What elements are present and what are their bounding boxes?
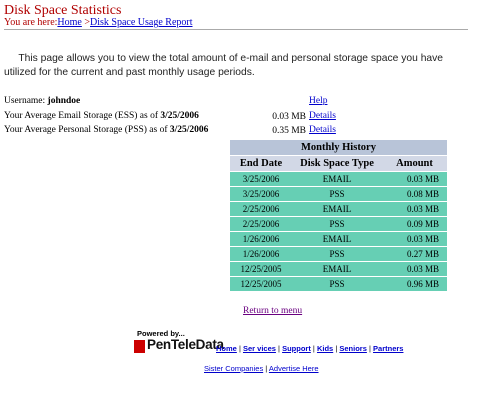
- footer-link-partners[interactable]: Partners: [373, 344, 403, 353]
- cell-type: EMAIL: [292, 231, 382, 246]
- breadcrumb-separator: >: [81, 17, 91, 28]
- return-to-menu-link[interactable]: Return to menu: [243, 306, 302, 316]
- cell-amount: 0.03 MB: [382, 171, 447, 186]
- ess-label-row: Your Average Email Storage (ESS) as of 3…: [4, 111, 199, 121]
- username-value: johndoe: [47, 96, 81, 106]
- footer-link-sister-companies[interactable]: Sister Companies: [204, 364, 263, 373]
- footer-link-advertise-here[interactable]: Advertise Here: [269, 364, 319, 373]
- footer-link-services[interactable]: Ser vices: [243, 344, 276, 353]
- table-row: 12/25/2005 EMAIL 0.03 MB: [230, 261, 447, 276]
- column-header-amount: Amount: [382, 155, 447, 171]
- breadcrumb: You are here:Home >Disk Space Usage Repo…: [4, 17, 193, 28]
- pss-label-row: Your Average Personal Storage (PSS) as o…: [4, 125, 208, 135]
- monthly-history-table: Monthly History End Date Disk Space Type…: [230, 140, 447, 291]
- cell-end-date: 2/25/2006: [230, 201, 292, 216]
- column-header-disk-space-type: Disk Space Type: [292, 155, 382, 171]
- pentele-logo-icon: [134, 340, 145, 353]
- history-title: Monthly History: [230, 140, 447, 155]
- breadcrumb-home-link[interactable]: Home: [57, 17, 81, 28]
- pss-details-link[interactable]: Details: [309, 125, 336, 135]
- footer-secondary-links: Sister Companies | Advertise Here: [204, 364, 319, 373]
- table-row: 12/25/2005 PSS 0.96 MB: [230, 276, 447, 291]
- footer-nav: Home | Ser vices | Support | Kids | Seni…: [216, 344, 403, 353]
- footer-separator: |: [312, 344, 315, 353]
- ess-details-link[interactable]: Details: [309, 111, 336, 121]
- cell-type: EMAIL: [292, 171, 382, 186]
- pss-date: 3/25/2006: [169, 125, 209, 135]
- cell-type: PSS: [292, 246, 382, 261]
- cell-type: PSS: [292, 276, 382, 291]
- footer-separator: |: [335, 344, 338, 353]
- cell-amount: 0.08 MB: [382, 186, 447, 201]
- cell-type: EMAIL: [292, 261, 382, 276]
- cell-type: PSS: [292, 216, 382, 231]
- cell-amount: 0.03 MB: [382, 201, 447, 216]
- cell-end-date: 3/25/2006: [230, 171, 292, 186]
- footer-link-seniors[interactable]: Seniors: [339, 344, 367, 353]
- cell-amount: 0.96 MB: [382, 276, 447, 291]
- cell-end-date: 12/25/2005: [230, 261, 292, 276]
- username-row: Username: johndoe: [4, 96, 80, 106]
- username-label: Username:: [4, 96, 46, 106]
- footer-separator: |: [238, 344, 241, 353]
- cell-amount: 0.03 MB: [382, 231, 447, 246]
- pss-value: 0.35 MB: [272, 126, 306, 136]
- cell-type: EMAIL: [292, 201, 382, 216]
- intro-text-content: This page allows you to view the total a…: [4, 53, 444, 78]
- help-link[interactable]: Help: [309, 96, 327, 106]
- table-row: 2/25/2006 EMAIL 0.03 MB: [230, 201, 447, 216]
- footer-separator: |: [265, 364, 268, 373]
- ess-value: 0.03 MB: [272, 112, 306, 122]
- cell-amount: 0.03 MB: [382, 261, 447, 276]
- table-row: 3/25/2006 PSS 0.08 MB: [230, 186, 447, 201]
- cell-end-date: 12/25/2005: [230, 276, 292, 291]
- footer-separator: |: [278, 344, 280, 353]
- breadcrumb-current-link[interactable]: Disk Space Usage Report: [90, 17, 192, 28]
- table-row: 2/25/2006 PSS 0.09 MB: [230, 216, 447, 231]
- header-divider: [4, 29, 468, 30]
- cell-type: PSS: [292, 186, 382, 201]
- breadcrumb-prefix: You are here:: [4, 17, 58, 28]
- intro-text: This page allows you to view the total a…: [4, 52, 474, 80]
- pentele-logo-text: PenTeleData: [147, 337, 224, 352]
- table-row: 3/25/2006 EMAIL 0.03 MB: [230, 171, 447, 186]
- cell-end-date: 3/25/2006: [230, 186, 292, 201]
- ess-label: Your Average Email Storage (ESS) as of: [4, 111, 158, 121]
- footer-link-home[interactable]: Home: [216, 344, 237, 353]
- cell-end-date: 2/25/2006: [230, 216, 292, 231]
- pss-label: Your Average Personal Storage (PSS) as o…: [4, 125, 168, 135]
- ess-date: 3/25/2006: [160, 111, 199, 121]
- table-row: 1/26/2006 PSS 0.27 MB: [230, 246, 447, 261]
- cell-end-date: 1/26/2006: [230, 231, 292, 246]
- cell-end-date: 1/26/2006: [230, 246, 292, 261]
- footer-link-kids[interactable]: Kids: [317, 344, 333, 353]
- column-header-end-date: End Date: [230, 155, 292, 171]
- footer-link-support[interactable]: Support: [282, 344, 311, 353]
- footer-separator: |: [368, 344, 371, 353]
- table-row: 1/26/2006 EMAIL 0.03 MB: [230, 231, 447, 246]
- cell-amount: 0.09 MB: [382, 216, 447, 231]
- cell-amount: 0.27 MB: [382, 246, 447, 261]
